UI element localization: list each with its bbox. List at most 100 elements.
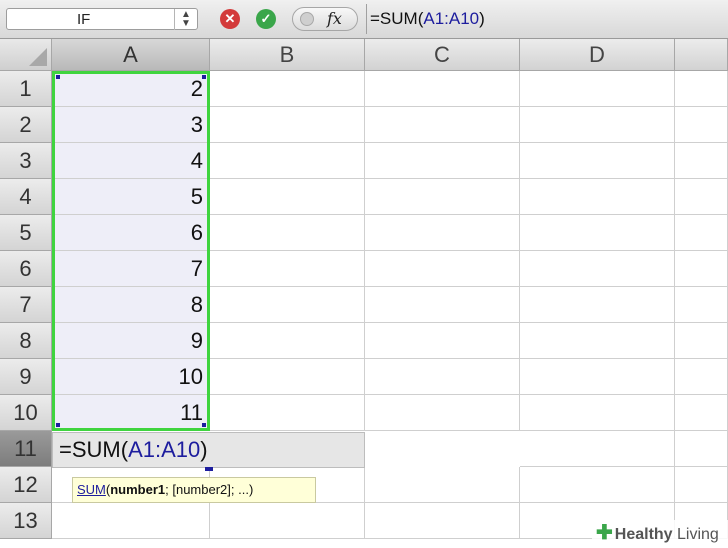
cell-d8[interactable]	[520, 323, 675, 359]
column-header-c[interactable]: C	[365, 39, 520, 71]
function-toggle-icon[interactable]	[300, 12, 314, 26]
cell-d1[interactable]	[520, 71, 675, 107]
cell-d11[interactable]	[520, 431, 675, 467]
name-box[interactable]: IF ▲ ▼	[6, 8, 198, 30]
cancel-icon[interactable]: ✕	[220, 9, 240, 29]
cell-a13[interactable]	[52, 503, 210, 539]
row-header-2[interactable]: 2	[0, 107, 52, 143]
tooltip-rest: ; [number2]; ...)	[165, 482, 254, 497]
range-handle[interactable]	[202, 423, 206, 427]
cell-b7[interactable]	[210, 287, 365, 323]
row-header-10[interactable]: 10	[0, 395, 52, 431]
cell-b5[interactable]	[210, 215, 365, 251]
cell-e4[interactable]	[675, 179, 728, 215]
column-header-a[interactable]: A	[52, 39, 210, 71]
cell-b6[interactable]	[210, 251, 365, 287]
tooltip-arg1: number1	[110, 482, 166, 497]
cell-e10[interactable]	[675, 395, 728, 431]
active-cell-editor[interactable]: =SUM(A1:A10)	[52, 432, 365, 468]
cell-b3[interactable]	[210, 143, 365, 179]
row-header-5[interactable]: 5	[0, 215, 52, 251]
cell-c12[interactable]	[365, 467, 520, 503]
cell-d6[interactable]	[520, 251, 675, 287]
cell-e8[interactable]	[675, 323, 728, 359]
select-all-corner[interactable]	[0, 39, 52, 71]
row-header-12[interactable]: 12	[0, 467, 52, 503]
formula-suffix: )	[479, 9, 485, 28]
cell-b2[interactable]	[210, 107, 365, 143]
name-box-value: IF	[77, 11, 91, 28]
row-header-4[interactable]: 4	[0, 179, 52, 215]
range-handle[interactable]	[56, 75, 60, 79]
selected-range-highlight	[52, 71, 210, 431]
cell-e12[interactable]	[675, 467, 728, 503]
watermark-logo: ✚ Healthy Living	[592, 520, 728, 546]
cell-c9[interactable]	[365, 359, 520, 395]
row-header-9[interactable]: 9	[0, 359, 52, 395]
checkmark-icon[interactable]: ✓	[256, 9, 276, 29]
fx-icon[interactable]: fx	[327, 9, 342, 28]
cell-c4[interactable]	[365, 179, 520, 215]
cell-d3[interactable]	[520, 143, 675, 179]
cell-e9[interactable]	[675, 359, 728, 395]
cell-c8[interactable]	[365, 323, 520, 359]
cell-b8[interactable]	[210, 323, 365, 359]
cell-b1[interactable]	[210, 71, 365, 107]
insertion-marker	[205, 467, 213, 471]
function-tooltip: SUM(number1; [number2]; ...)	[72, 477, 316, 503]
range-handle[interactable]	[202, 75, 206, 79]
cell-c13[interactable]	[365, 503, 520, 539]
column-header-e[interactable]	[675, 39, 728, 71]
cell-e7[interactable]	[675, 287, 728, 323]
function-help-link[interactable]: SUM	[77, 482, 106, 497]
cell-b4[interactable]	[210, 179, 365, 215]
stepper-icon[interactable]: ▲ ▼	[174, 9, 197, 30]
spreadsheet-grid: ABCD 1 2 3 4 5 6 7 8 9 10 11 12 13 2 3 4 5 6 7 8 9 10 11 =SUM…	[0, 39, 728, 546]
cell-c1[interactable]	[365, 71, 520, 107]
column-header-d[interactable]: D	[520, 39, 675, 71]
row-header-13[interactable]: 13	[0, 503, 52, 539]
cell-e2[interactable]	[675, 107, 728, 143]
cell-c3[interactable]	[365, 143, 520, 179]
formula-input[interactable]: =SUM(A1:A10)	[370, 6, 722, 32]
column-header-b[interactable]: B	[210, 39, 365, 71]
insert-function-button[interactable]: fx	[292, 7, 358, 31]
cell-e6[interactable]	[675, 251, 728, 287]
row-header-11[interactable]: 11	[0, 431, 52, 467]
cell-d7[interactable]	[520, 287, 675, 323]
editing-suffix: )	[200, 437, 208, 462]
cell-d5[interactable]	[520, 215, 675, 251]
cell-e3[interactable]	[675, 143, 728, 179]
cell-b13[interactable]	[210, 503, 365, 539]
row-header-7[interactable]: 7	[0, 287, 52, 323]
cell-c10[interactable]	[365, 395, 520, 431]
range-handle[interactable]	[56, 423, 60, 427]
editing-reference: A1:A10	[128, 437, 201, 462]
cell-e5[interactable]	[675, 215, 728, 251]
cell-c7[interactable]	[365, 287, 520, 323]
cell-d9[interactable]	[520, 359, 675, 395]
cell-c6[interactable]	[365, 251, 520, 287]
watermark-living: Living	[672, 526, 719, 543]
cell-c2[interactable]	[365, 107, 520, 143]
row-header-1[interactable]: 1	[0, 71, 52, 107]
cell-c5[interactable]	[365, 215, 520, 251]
formula-reference: A1:A10	[423, 9, 480, 28]
cell-d4[interactable]	[520, 179, 675, 215]
cell-b10[interactable]	[210, 395, 365, 431]
cell-b9[interactable]	[210, 359, 365, 395]
cell-d10[interactable]	[520, 395, 675, 431]
cell-d12[interactable]	[520, 467, 675, 503]
row-header-8[interactable]: 8	[0, 323, 52, 359]
row-header-6[interactable]: 6	[0, 251, 52, 287]
formula-prefix: =SUM(	[370, 9, 424, 28]
plus-icon: ✚	[596, 522, 613, 544]
cell-d2[interactable]	[520, 107, 675, 143]
cell-e11[interactable]	[675, 431, 728, 467]
cell-e1[interactable]	[675, 71, 728, 107]
formula-bar-divider	[366, 4, 367, 34]
row-header-3[interactable]: 3	[0, 143, 52, 179]
editing-prefix: =SUM(	[59, 437, 129, 462]
watermark-healthy: Healthy	[614, 526, 673, 543]
formula-bar: IF ▲ ▼ ✕ ✓ fx =SUM(A1:A10)	[0, 0, 728, 39]
